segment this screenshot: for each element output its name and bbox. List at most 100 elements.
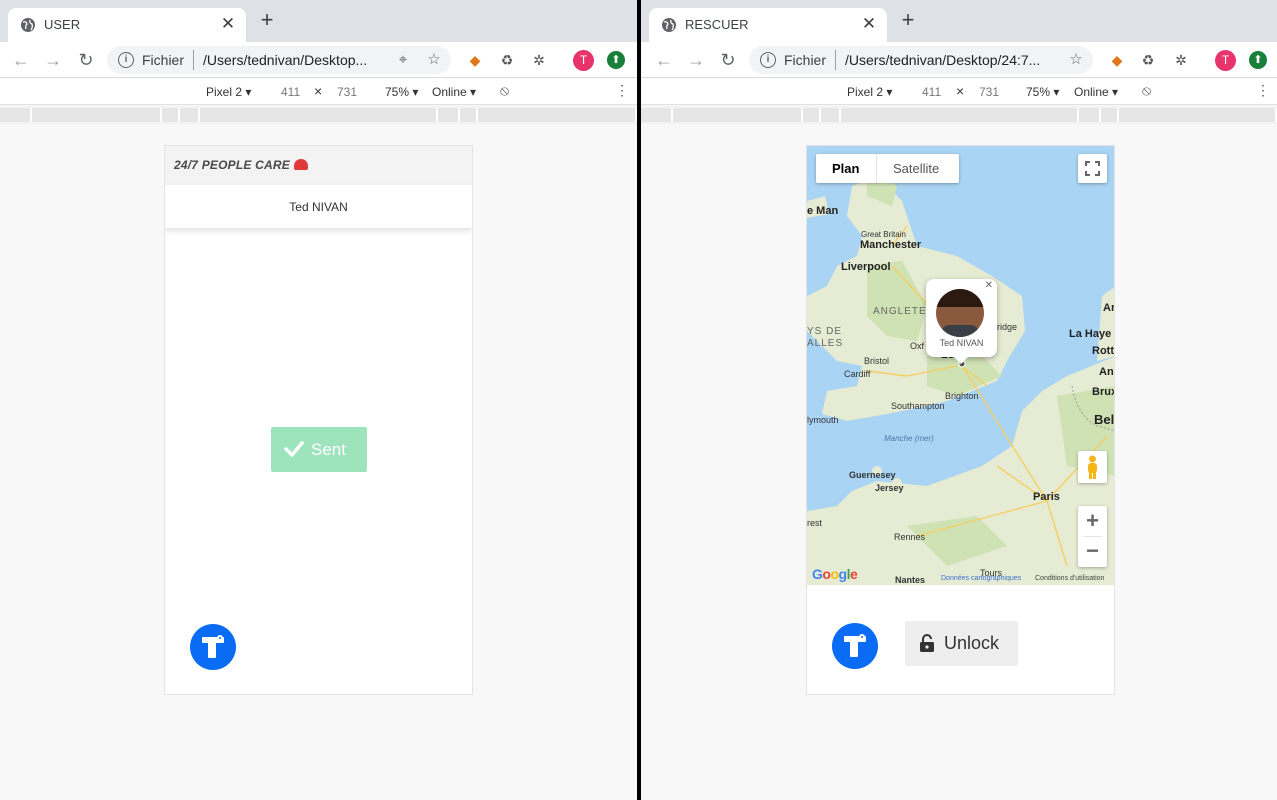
- device-height[interactable]: 731: [337, 85, 357, 99]
- sent-label: Sent: [311, 440, 346, 459]
- reload-icon[interactable]: ↻: [717, 49, 739, 71]
- zoom-control: + −: [1078, 506, 1107, 567]
- more-options-icon[interactable]: ⋮: [615, 82, 629, 99]
- location-icon[interactable]: ⌖: [394, 51, 412, 69]
- globe-icon: [662, 18, 676, 32]
- bookmark-star-icon[interactable]: ☆: [425, 51, 443, 69]
- helmet-icon: [293, 159, 308, 170]
- device-toolbar: Pixel 2 ▾ 411 × 731 75% ▾ Online ▾ ⦸ ⋮: [0, 79, 637, 105]
- unlock-label: Unlock: [944, 633, 1000, 653]
- metamask-icon[interactable]: ◆: [1107, 50, 1127, 70]
- map-data-attribution[interactable]: Données cartographiques: [941, 575, 1021, 582]
- rotate-icon[interactable]: ⦸: [500, 82, 509, 99]
- tab-title: USER: [44, 17, 81, 32]
- map-label-great-britain: Great Britain: [861, 230, 906, 239]
- popup-close-icon[interactable]: ✕: [985, 280, 993, 291]
- zoom-in-button[interactable]: +: [1078, 506, 1107, 536]
- map-label-pays-de: YS DE: [807, 326, 843, 337]
- bug-icon[interactable]: ✲: [529, 50, 549, 70]
- recycle-icon[interactable]: ♻: [497, 50, 517, 70]
- map-label-paris: Paris: [1033, 491, 1060, 503]
- map-label-manchester: Manchester: [860, 239, 922, 251]
- map-label-brighton: Brighton: [945, 391, 979, 401]
- close-tab-icon[interactable]: ✕: [218, 14, 238, 34]
- rotate-icon[interactable]: ⦸: [1142, 82, 1151, 99]
- tab-user[interactable]: USER ✕: [8, 8, 246, 42]
- forward-icon[interactable]: →: [685, 49, 707, 71]
- url-separator: [835, 50, 836, 70]
- metamask-icon[interactable]: ◆: [465, 50, 485, 70]
- map-label-bristol: Bristol: [864, 356, 890, 366]
- map-label-guernesey: Guernesey: [849, 470, 896, 480]
- sent-button[interactable]: Sent: [271, 427, 367, 472]
- network-select[interactable]: Online ▾: [432, 85, 476, 99]
- fullscreen-button[interactable]: [1078, 154, 1107, 183]
- device-select[interactable]: Pixel 2 ▾: [847, 85, 892, 99]
- user-browser-window: USER ✕ + ← → ↻ i Fichier /Users/tednivan…: [0, 0, 637, 800]
- dimension-cross-icon: ×: [314, 83, 323, 99]
- update-icon[interactable]: ⬆: [607, 51, 625, 69]
- map-label-southampton: Southampton: [891, 401, 945, 411]
- tab-rescuer[interactable]: RESCUER ✕: [649, 8, 887, 42]
- back-icon[interactable]: ←: [10, 49, 32, 71]
- map-label-cambridge: ridge: [997, 322, 1018, 332]
- map-label-brest: rest: [807, 518, 823, 528]
- new-tab-button[interactable]: +: [896, 9, 920, 31]
- map-label-jersey: Jersey: [875, 483, 904, 493]
- media-query-ruler: [641, 106, 1277, 124]
- recycle-icon[interactable]: ♻: [1138, 50, 1158, 70]
- browser-toolbar: ← → ↻ i Fichier /Users/tednivan/Desktop/…: [641, 42, 1277, 78]
- bookmark-star-icon[interactable]: ☆: [1067, 51, 1085, 69]
- map-type-plan[interactable]: Plan: [832, 161, 859, 176]
- device-select[interactable]: Pixel 2 ▾: [206, 85, 251, 99]
- check-icon: [284, 441, 304, 457]
- info-icon[interactable]: i: [118, 52, 134, 68]
- map-type-satellite[interactable]: Satellite: [893, 161, 939, 176]
- address-bar[interactable]: i Fichier /Users/tednivan/Desktop... ⌖ ☆: [107, 46, 451, 74]
- back-icon[interactable]: ←: [653, 49, 675, 71]
- unlock-button[interactable]: Unlock: [905, 621, 1018, 666]
- device-width[interactable]: 411: [281, 85, 300, 99]
- dimension-cross-icon: ×: [956, 83, 965, 99]
- google-logo: Google: [812, 566, 858, 582]
- zoom-select[interactable]: 75% ▾: [385, 85, 418, 99]
- profile-avatar[interactable]: T: [573, 50, 594, 71]
- street-view-pegman[interactable]: [1078, 451, 1107, 483]
- user-photo: [936, 289, 984, 337]
- network-select[interactable]: Online ▾: [1074, 85, 1118, 99]
- brand-title: 24/7 PEOPLE CARE: [174, 158, 308, 172]
- new-tab-button[interactable]: +: [255, 9, 279, 31]
- unlock-icon: [920, 634, 934, 652]
- close-tab-icon[interactable]: ✕: [859, 14, 879, 34]
- map-type-control: Plan Satellite: [816, 154, 959, 183]
- zoom-out-button[interactable]: −: [1078, 537, 1107, 567]
- popup-user-name: Ted NIVAN: [939, 338, 984, 348]
- device-height[interactable]: 731: [979, 85, 999, 99]
- map-land-shapes: [807, 166, 1114, 585]
- update-icon[interactable]: ⬆: [1249, 51, 1267, 69]
- map-label-galles: ALLES: [807, 338, 844, 349]
- user-bar: Ted NIVAN: [165, 185, 472, 228]
- url-separator: [193, 50, 194, 70]
- info-icon[interactable]: i: [760, 52, 776, 68]
- zoom-select[interactable]: 75% ▾: [1026, 85, 1059, 99]
- map-label-rennes: Rennes: [894, 532, 926, 542]
- map-view[interactable]: e Man Great Britain Manchester Liverpool…: [807, 146, 1115, 585]
- device-width[interactable]: 411: [922, 85, 941, 99]
- profile-avatar[interactable]: T: [1215, 50, 1236, 71]
- address-bar[interactable]: i Fichier /Users/tednivan/Desktop/24:7..…: [749, 46, 1093, 74]
- terms-of-use-link[interactable]: Conditions d'utilisation: [1035, 575, 1104, 582]
- url-text: /Users/tednivan/Desktop/24:7...: [845, 52, 1041, 68]
- t-logo-icon[interactable]: [832, 623, 878, 669]
- more-options-icon[interactable]: ⋮: [1256, 82, 1270, 99]
- t-logo-icon[interactable]: [190, 624, 236, 670]
- reload-icon[interactable]: ↻: [75, 49, 97, 71]
- user-location-popup[interactable]: ✕ Ted NIVAN: [926, 279, 997, 364]
- map-label-nantes: Nantes: [895, 575, 926, 585]
- map-label-ar: Ar: [1103, 302, 1115, 314]
- bug-icon[interactable]: ✲: [1171, 50, 1191, 70]
- media-query-ruler: [0, 106, 637, 124]
- forward-icon[interactable]: →: [42, 49, 64, 71]
- globe-icon: [21, 18, 35, 32]
- map-label-cardiff: Cardiff: [844, 369, 871, 379]
